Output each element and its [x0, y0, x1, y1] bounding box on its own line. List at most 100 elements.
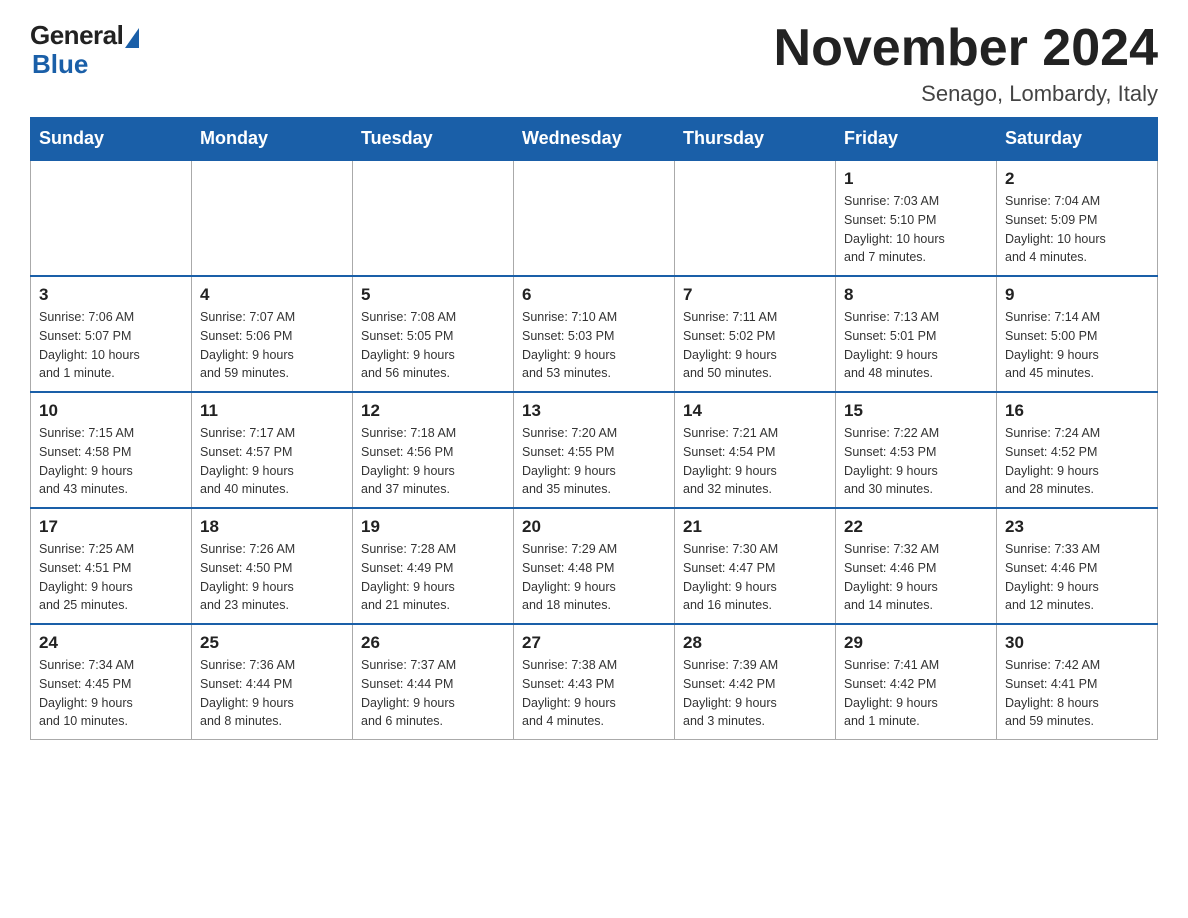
calendar-week-row: 3 Sunrise: 7:06 AM Sunset: 5:07 PM Daylig…	[31, 276, 1158, 392]
day-number: 5	[361, 285, 505, 305]
calendar-day-cell: 25Sunrise: 7:36 AM Sunset: 4:44 PM Dayli…	[192, 624, 353, 740]
page-header: General Blue November 2024 Senago, Lomba…	[30, 20, 1158, 107]
day-info: Sunrise: 7:42 AM Sunset: 4:41 PM Dayligh…	[1005, 656, 1149, 731]
calendar-week-row: 1Sunrise: 7:03 AM Sunset: 5:10 PM Daylig…	[31, 160, 1158, 276]
day-info: Sunrise: 7:38 AM Sunset: 4:43 PM Dayligh…	[522, 656, 666, 731]
day-info: Sunrise: 7:22 AM Sunset: 4:53 PM Dayligh…	[844, 424, 988, 499]
calendar-day-cell: 9 Sunrise: 7:14 AM Sunset: 5:00 PM Daylig…	[997, 276, 1158, 392]
calendar-day-cell	[514, 160, 675, 276]
calendar-day-cell: 30 Sunrise: 7:42 AM Sunset: 4:41 PM Dayli…	[997, 624, 1158, 740]
calendar-day-cell	[353, 160, 514, 276]
calendar-day-cell: 24 Sunrise: 7:34 AM Sunset: 4:45 PM Dayli…	[31, 624, 192, 740]
calendar-day-cell	[675, 160, 836, 276]
day-number: 27	[522, 633, 666, 653]
day-info: Sunrise: 7:39 AM Sunset: 4:42 PM Dayligh…	[683, 656, 827, 731]
day-number: 21	[683, 517, 827, 537]
calendar-day-cell: 1Sunrise: 7:03 AM Sunset: 5:10 PM Daylig…	[836, 160, 997, 276]
day-info: Sunrise: 7:11 AM Sunset: 5:02 PM Dayligh…	[683, 308, 827, 383]
day-info: Sunrise: 7:41 AM Sunset: 4:42 PM Dayligh…	[844, 656, 988, 731]
day-info: Sunrise: 7:24 AM Sunset: 4:52 PM Dayligh…	[1005, 424, 1149, 499]
day-info: Sunrise: 7:18 AM Sunset: 4:56 PM Dayligh…	[361, 424, 505, 499]
day-number: 4	[200, 285, 344, 305]
calendar-day-cell: 23 Sunrise: 7:33 AM Sunset: 4:46 PM Dayli…	[997, 508, 1158, 624]
day-info: Sunrise: 7:10 AM Sunset: 5:03 PM Dayligh…	[522, 308, 666, 383]
calendar-day-cell: 6Sunrise: 7:10 AM Sunset: 5:03 PM Daylig…	[514, 276, 675, 392]
calendar-day-cell: 20 Sunrise: 7:29 AM Sunset: 4:48 PM Dayli…	[514, 508, 675, 624]
day-info: Sunrise: 7:20 AM Sunset: 4:55 PM Dayligh…	[522, 424, 666, 499]
day-number: 30	[1005, 633, 1149, 653]
day-number: 3	[39, 285, 183, 305]
day-number: 25	[200, 633, 344, 653]
weekday-header-monday: Monday	[192, 118, 353, 161]
calendar-day-cell: 2Sunrise: 7:04 AM Sunset: 5:09 PM Daylig…	[997, 160, 1158, 276]
calendar-day-cell: 15 Sunrise: 7:22 AM Sunset: 4:53 PM Dayli…	[836, 392, 997, 508]
day-info: Sunrise: 7:07 AM Sunset: 5:06 PM Dayligh…	[200, 308, 344, 383]
day-number: 10	[39, 401, 183, 421]
calendar-day-cell: 11 Sunrise: 7:17 AM Sunset: 4:57 PM Dayli…	[192, 392, 353, 508]
calendar-week-row: 17 Sunrise: 7:25 AM Sunset: 4:51 PM Dayli…	[31, 508, 1158, 624]
day-info: Sunrise: 7:06 AM Sunset: 5:07 PM Dayligh…	[39, 308, 183, 383]
calendar-day-cell: 4 Sunrise: 7:07 AM Sunset: 5:06 PM Daylig…	[192, 276, 353, 392]
day-info: Sunrise: 7:26 AM Sunset: 4:50 PM Dayligh…	[200, 540, 344, 615]
day-number: 13	[522, 401, 666, 421]
day-info: Sunrise: 7:33 AM Sunset: 4:46 PM Dayligh…	[1005, 540, 1149, 615]
calendar-day-cell: 16 Sunrise: 7:24 AM Sunset: 4:52 PM Dayli…	[997, 392, 1158, 508]
day-number: 7	[683, 285, 827, 305]
day-info: Sunrise: 7:30 AM Sunset: 4:47 PM Dayligh…	[683, 540, 827, 615]
calendar-day-cell: 7 Sunrise: 7:11 AM Sunset: 5:02 PM Daylig…	[675, 276, 836, 392]
day-number: 9	[1005, 285, 1149, 305]
day-number: 17	[39, 517, 183, 537]
calendar-week-row: 10Sunrise: 7:15 AM Sunset: 4:58 PM Dayli…	[31, 392, 1158, 508]
calendar-day-cell: 10Sunrise: 7:15 AM Sunset: 4:58 PM Dayli…	[31, 392, 192, 508]
weekday-header-row: SundayMondayTuesdayWednesdayThursdayFrid…	[31, 118, 1158, 161]
calendar-day-cell: 8 Sunrise: 7:13 AM Sunset: 5:01 PM Daylig…	[836, 276, 997, 392]
day-number: 24	[39, 633, 183, 653]
day-info: Sunrise: 7:34 AM Sunset: 4:45 PM Dayligh…	[39, 656, 183, 731]
day-info: Sunrise: 7:17 AM Sunset: 4:57 PM Dayligh…	[200, 424, 344, 499]
calendar-week-row: 24 Sunrise: 7:34 AM Sunset: 4:45 PM Dayli…	[31, 624, 1158, 740]
day-info: Sunrise: 7:37 AM Sunset: 4:44 PM Dayligh…	[361, 656, 505, 731]
day-number: 20	[522, 517, 666, 537]
day-info: Sunrise: 7:08 AM Sunset: 5:05 PM Dayligh…	[361, 308, 505, 383]
calendar-day-cell: 29 Sunrise: 7:41 AM Sunset: 4:42 PM Dayli…	[836, 624, 997, 740]
logo-general-text: General	[30, 20, 123, 51]
day-number: 16	[1005, 401, 1149, 421]
calendar-day-cell: 28 Sunrise: 7:39 AM Sunset: 4:42 PM Dayli…	[675, 624, 836, 740]
weekday-header-friday: Friday	[836, 118, 997, 161]
weekday-header-wednesday: Wednesday	[514, 118, 675, 161]
calendar-day-cell: 17 Sunrise: 7:25 AM Sunset: 4:51 PM Dayli…	[31, 508, 192, 624]
calendar-day-cell: 12 Sunrise: 7:18 AM Sunset: 4:56 PM Dayli…	[353, 392, 514, 508]
calendar-day-cell: 14Sunrise: 7:21 AM Sunset: 4:54 PM Dayli…	[675, 392, 836, 508]
calendar-day-cell	[192, 160, 353, 276]
day-number: 2	[1005, 169, 1149, 189]
day-number: 18	[200, 517, 344, 537]
day-number: 14	[683, 401, 827, 421]
calendar-day-cell: 26Sunrise: 7:37 AM Sunset: 4:44 PM Dayli…	[353, 624, 514, 740]
day-number: 8	[844, 285, 988, 305]
day-number: 23	[1005, 517, 1149, 537]
day-info: Sunrise: 7:14 AM Sunset: 5:00 PM Dayligh…	[1005, 308, 1149, 383]
weekday-header-thursday: Thursday	[675, 118, 836, 161]
calendar-day-cell: 22Sunrise: 7:32 AM Sunset: 4:46 PM Dayli…	[836, 508, 997, 624]
day-number: 19	[361, 517, 505, 537]
day-info: Sunrise: 7:13 AM Sunset: 5:01 PM Dayligh…	[844, 308, 988, 383]
day-info: Sunrise: 7:29 AM Sunset: 4:48 PM Dayligh…	[522, 540, 666, 615]
calendar-day-cell: 18 Sunrise: 7:26 AM Sunset: 4:50 PM Dayli…	[192, 508, 353, 624]
day-info: Sunrise: 7:25 AM Sunset: 4:51 PM Dayligh…	[39, 540, 183, 615]
day-number: 11	[200, 401, 344, 421]
day-number: 15	[844, 401, 988, 421]
calendar-table: SundayMondayTuesdayWednesdayThursdayFrid…	[30, 117, 1158, 740]
title-section: November 2024 Senago, Lombardy, Italy	[774, 20, 1158, 107]
calendar-day-cell: 27 Sunrise: 7:38 AM Sunset: 4:43 PM Dayli…	[514, 624, 675, 740]
day-number: 28	[683, 633, 827, 653]
calendar-day-cell: 3 Sunrise: 7:06 AM Sunset: 5:07 PM Daylig…	[31, 276, 192, 392]
calendar-day-cell: 5 Sunrise: 7:08 AM Sunset: 5:05 PM Daylig…	[353, 276, 514, 392]
day-number: 29	[844, 633, 988, 653]
weekday-header-sunday: Sunday	[31, 118, 192, 161]
logo-triangle-icon	[125, 28, 139, 48]
logo: General Blue	[30, 20, 139, 80]
month-title: November 2024	[774, 20, 1158, 77]
calendar-day-cell: 13 Sunrise: 7:20 AM Sunset: 4:55 PM Dayli…	[514, 392, 675, 508]
day-number: 12	[361, 401, 505, 421]
day-number: 22	[844, 517, 988, 537]
